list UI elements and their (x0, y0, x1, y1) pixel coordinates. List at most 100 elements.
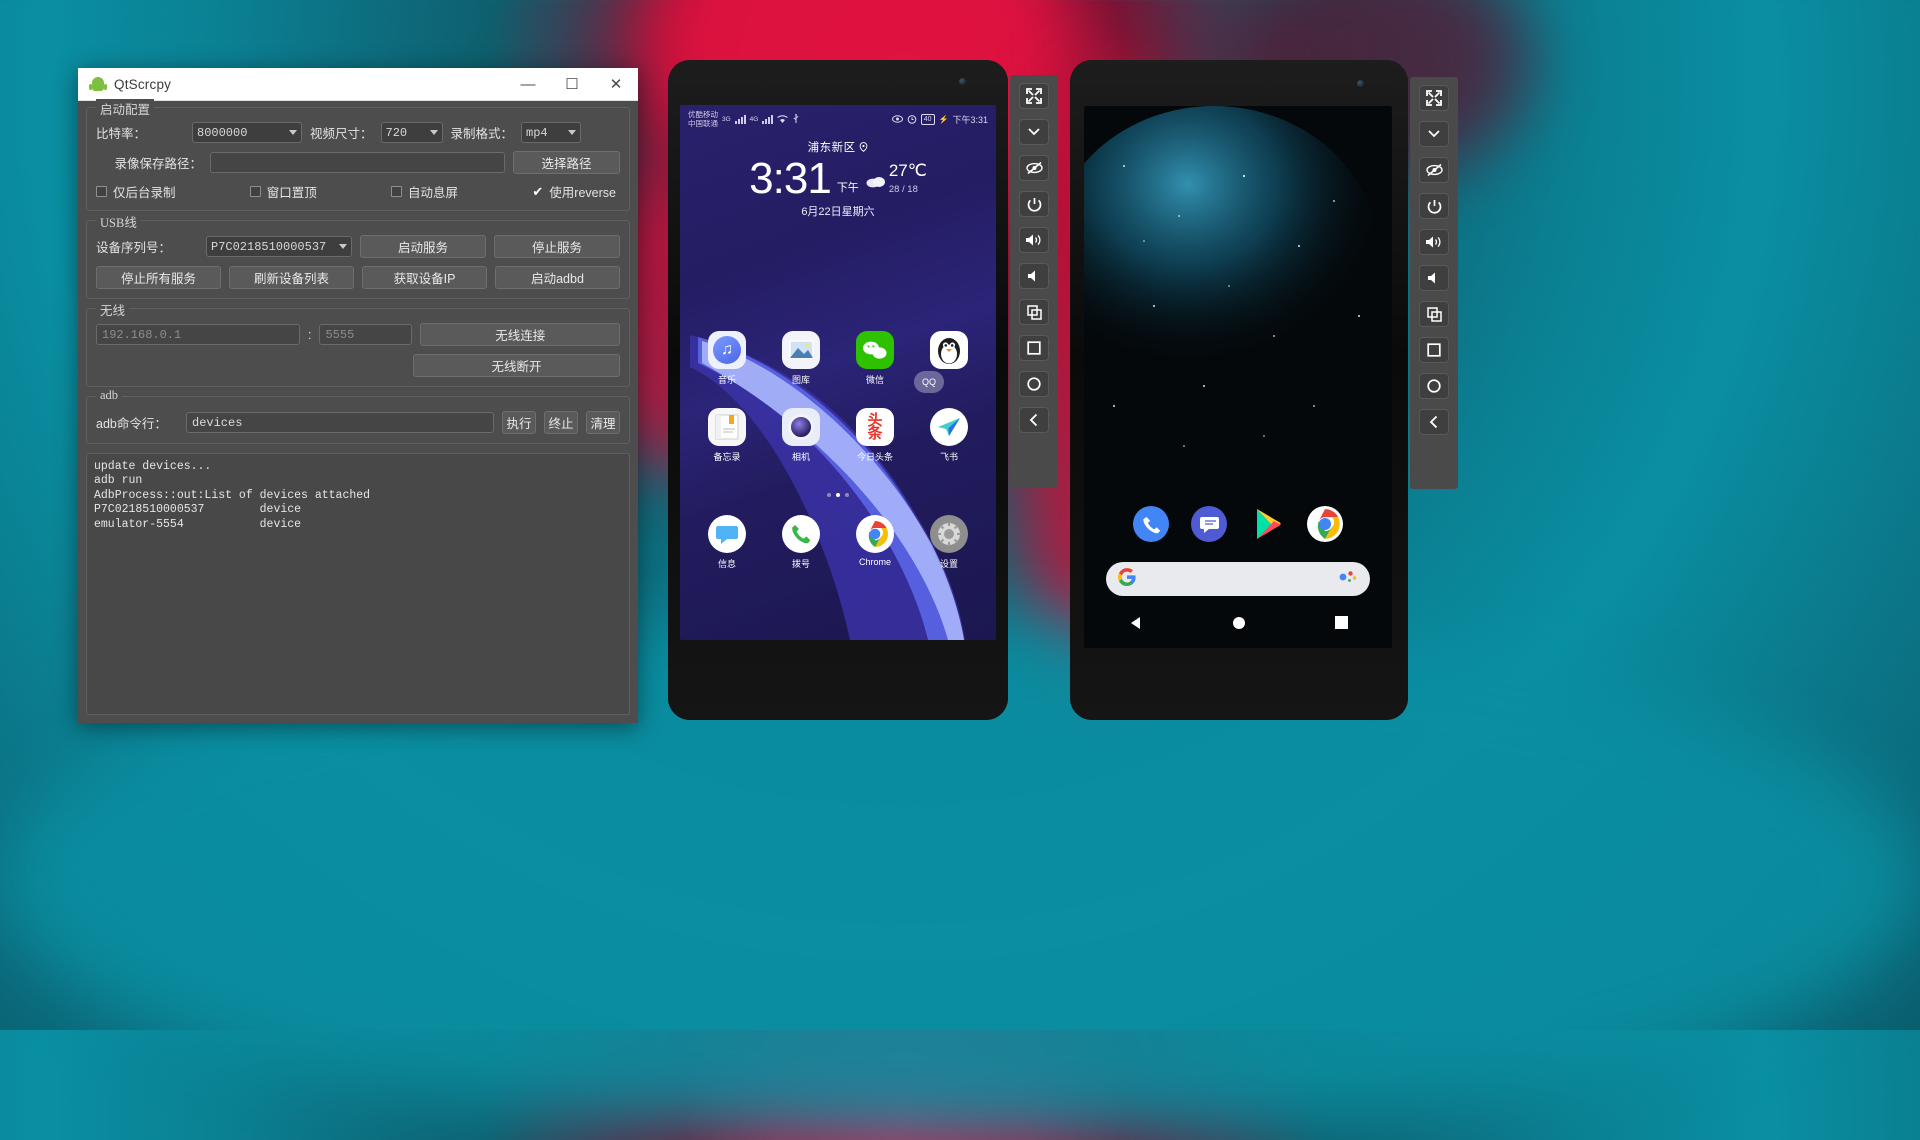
startup-config-group: 启动配置 比特率： 8000000 视频尺寸： 720 录制格式： mp4 录像… (86, 99, 630, 211)
adb-stop-button[interactable]: 终止 (544, 411, 578, 434)
refresh-devices-button[interactable]: 刷新设备列表 (229, 266, 354, 289)
start-service-button[interactable]: 启动服务 (360, 235, 486, 258)
stop-all-services-button[interactable]: 停止所有服务 (96, 266, 221, 289)
app-chrome[interactable]: Chrome (838, 515, 912, 570)
toolbar-copy-button[interactable] (1019, 299, 1049, 325)
bitrate-combobox[interactable]: 8000000 (192, 122, 302, 143)
wireless-disconnect-button[interactable]: 无线断开 (413, 354, 620, 377)
phone-icon[interactable] (1133, 506, 1169, 542)
stop-service-button[interactable]: 停止服务 (494, 235, 620, 258)
toolbar-power-button[interactable] (1019, 191, 1049, 217)
phone-2-navbar[interactable] (1084, 606, 1392, 644)
video-size-combobox[interactable]: 720 (380, 122, 443, 143)
get-device-ip-button[interactable]: 获取设备IP (362, 266, 487, 289)
toolbar-volume-up-button[interactable] (1019, 227, 1049, 253)
maximize-button[interactable]: ☐ (550, 68, 594, 101)
google-g-icon (1118, 567, 1136, 591)
chrome-icon (856, 515, 894, 553)
toolbar-fullscreen-button[interactable] (1019, 83, 1049, 109)
toolbar-back-button[interactable] (1419, 409, 1449, 435)
toolbar-app-switch-button[interactable] (1419, 337, 1449, 363)
checkbox-background-record[interactable]: 仅后台录制 (96, 182, 176, 201)
checkbox-label: 窗口置顶 (266, 186, 317, 200)
wireless-ip-input[interactable]: 192.168.0.1 (96, 324, 300, 345)
start-adbd-button[interactable]: 启动adbd (495, 266, 620, 289)
serial-row: 设备序列号： P7C0218510000537 启动服务 停止服务 (96, 235, 620, 258)
app-label: 音乐 (717, 375, 736, 385)
checkbox-label: 自动息屏 (408, 186, 459, 200)
app-camera[interactable]: 相机 (764, 408, 838, 463)
circle-icon (1027, 377, 1041, 391)
toutiao-icon: 头条 (856, 408, 894, 446)
toolbar-volume-down-button[interactable] (1419, 265, 1449, 291)
chrome-icon[interactable] (1307, 506, 1343, 542)
back-triangle-icon[interactable] (1128, 615, 1144, 636)
phone-2-screen[interactable]: 7:31 (1084, 106, 1392, 648)
wireless-group: 无线 192.168.0.1 : 5555 无线连接 无线断开 (86, 300, 630, 387)
toolbar-home-button[interactable] (1419, 373, 1449, 399)
wireless-connect-button[interactable]: 无线连接 (420, 323, 620, 346)
home-circle-icon[interactable] (1232, 616, 1246, 635)
adb-command-input[interactable]: devices (186, 412, 494, 433)
toolbar-app-switch-button[interactable] (1019, 335, 1049, 361)
app-toutiao[interactable]: 头条 今日头条 (838, 408, 912, 463)
usb-group: USB线 设备序列号： P7C0218510000537 启动服务 停止服务 停… (86, 212, 630, 299)
record-format-label: 录制格式： (450, 127, 514, 141)
app-gallery[interactable]: 图库 (764, 331, 838, 386)
toolbar-volume-down-button[interactable] (1019, 263, 1049, 289)
checkbox-always-on-top[interactable]: 窗口置顶 (249, 182, 317, 201)
device-toolbar-1[interactable] (1010, 75, 1058, 487)
device-mirror-phone-2[interactable]: 7:31 (1070, 60, 1408, 720)
google-search-bar[interactable] (1106, 562, 1370, 596)
checkbox-use-reverse[interactable]: ✔ 使用reverse (532, 182, 616, 201)
qq-badge-label: QQ (914, 371, 944, 393)
toolbar-screen-off-button[interactable] (1019, 155, 1049, 181)
app-label: Chrome (858, 557, 891, 567)
toolbar-fullscreen-button[interactable] (1419, 85, 1449, 111)
play-store-icon[interactable] (1249, 506, 1285, 542)
adb-run-button[interactable]: 执行 (502, 411, 536, 434)
app-settings[interactable]: 设置 (912, 515, 986, 570)
toolbar-expand-notification-button[interactable] (1019, 119, 1049, 145)
checkbox-auto-screen-off[interactable]: 自动息屏 (391, 182, 458, 201)
toolbar-screen-off-button[interactable] (1419, 157, 1449, 183)
window-titlebar[interactable]: QtScrcpy — ☐ ✕ (78, 68, 638, 101)
eye-slash-icon (1025, 161, 1043, 175)
qtscrcpy-window[interactable]: QtScrcpy — ☐ ✕ 启动配置 比特率： 8000000 视频尺寸： 7… (78, 68, 638, 723)
app-feishu[interactable]: 飞书 (912, 408, 986, 463)
volume-up-icon (1426, 236, 1441, 248)
page-indicator[interactable] (680, 493, 996, 497)
app-messages[interactable]: 信息 (690, 515, 764, 570)
device-serial-combobox[interactable]: P7C0218510000537 (206, 236, 352, 257)
chevron-down-icon (568, 130, 577, 135)
page-dot (845, 493, 849, 497)
toolbar-volume-up-button[interactable] (1419, 229, 1449, 255)
toolbar-home-button[interactable] (1019, 371, 1049, 397)
minimize-button[interactable]: — (506, 68, 550, 101)
checkbox-box (391, 186, 403, 197)
device-toolbar-2[interactable] (1410, 77, 1458, 489)
toolbar-back-button[interactable] (1019, 407, 1049, 433)
device-mirror-phone-1[interactable]: 优酷移动 中国联通 3G 4G 40 ⚡ 下午3:31 浦东新区 3:31 下午… (668, 60, 1008, 720)
wireless-port-input[interactable]: 5555 (319, 324, 413, 345)
app-phone[interactable]: 拨号 (764, 515, 838, 570)
console-output: update devices... adb run AdbProcess::ou… (86, 453, 630, 715)
save-path-input[interactable] (210, 152, 505, 173)
choose-path-button[interactable]: 选择路径 (513, 151, 620, 174)
recents-square-icon[interactable] (1334, 616, 1348, 634)
messages-icon[interactable] (1191, 506, 1227, 542)
assistant-icon[interactable] (1338, 569, 1358, 590)
feishu-icon (930, 408, 968, 446)
app-wechat[interactable]: 微信 (838, 331, 912, 386)
app-music[interactable]: ♫ 音乐 (690, 331, 764, 386)
volume-down-icon (1428, 272, 1435, 284)
phone-1-screen[interactable]: 优酷移动 中国联通 3G 4G 40 ⚡ 下午3:31 浦东新区 3:31 下午… (680, 105, 996, 640)
adb-clear-button[interactable]: 清理 (586, 411, 620, 434)
toolbar-expand-notification-button[interactable] (1419, 121, 1449, 147)
close-button[interactable]: ✕ (594, 68, 638, 101)
toolbar-power-button[interactable] (1419, 193, 1449, 219)
record-format-combobox[interactable]: mp4 (521, 122, 582, 143)
app-notes[interactable]: 备忘录 (690, 408, 764, 463)
phone-2-dock (1084, 506, 1392, 542)
toolbar-copy-button[interactable] (1419, 301, 1449, 327)
